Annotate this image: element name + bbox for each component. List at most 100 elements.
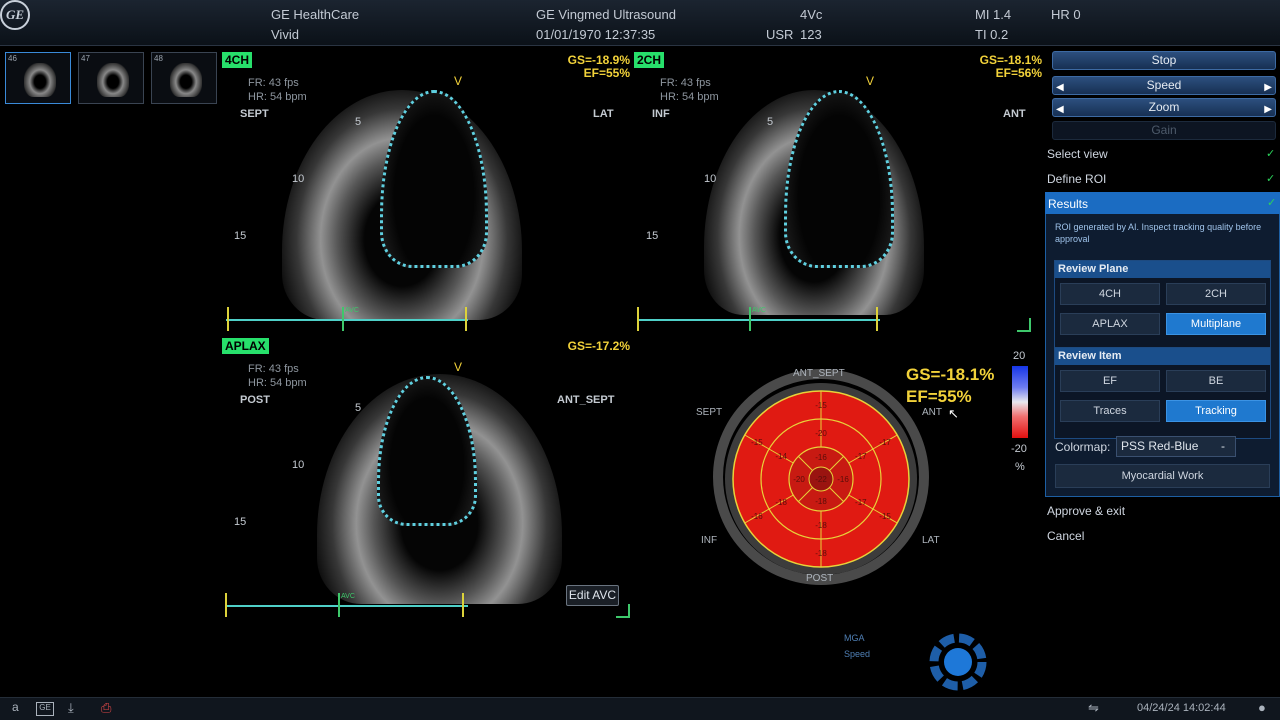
strain-result: GS=-18.9% EF=55% xyxy=(567,53,630,80)
orientation-left: SEPT xyxy=(240,108,269,120)
bullseye-label-top: ANT_SEPT xyxy=(793,368,845,379)
bullseye-segment-value: -16 xyxy=(751,512,763,521)
plane-2ch-button[interactable]: 2CH xyxy=(1166,283,1266,305)
ultrasound-screen: GE GE HealthCare Vivid GE Vingmed Ultras… xyxy=(0,0,1280,720)
arrow-left-icon[interactable]: ◀ xyxy=(1056,79,1064,96)
arrow-right-icon[interactable]: ▶ xyxy=(1264,101,1272,118)
plane-aplax-button[interactable]: APLAX xyxy=(1060,313,1160,335)
orientation-left: POST xyxy=(240,394,270,406)
view-tag: 2CH xyxy=(634,52,665,68)
review-item-section: Review Item EF BE Traces Tracking xyxy=(1054,347,1271,439)
plane-multiplane-button[interactable]: Multiplane xyxy=(1166,313,1266,335)
depth-15: 15 xyxy=(646,230,659,242)
menu-cancel[interactable]: Cancel xyxy=(1047,529,1084,543)
stop-button[interactable]: Stop xyxy=(1052,51,1276,70)
review-plane-title: Review Plane xyxy=(1055,261,1270,278)
network-icon: ⇋ xyxy=(1088,700,1099,715)
bullseye-segment-value: -20 xyxy=(815,429,827,438)
arrow-right-icon[interactable]: ▶ xyxy=(1264,79,1272,96)
menu-select-view[interactable]: Select view xyxy=(1047,147,1108,161)
depth-10: 10 xyxy=(292,459,305,471)
depth-10: 10 xyxy=(292,173,305,185)
apex-marker: V xyxy=(454,360,463,374)
bullseye-segment-value: -18 xyxy=(815,549,827,558)
mga-label: MGA xyxy=(844,633,865,643)
view-tag: APLAX xyxy=(222,338,269,354)
plane-4ch-button[interactable]: 4CH xyxy=(1060,283,1160,305)
depth-10: 10 xyxy=(704,173,717,185)
thumbnail-47[interactable]: 47 xyxy=(78,52,144,104)
bullseye-segment-value: -16 xyxy=(837,475,849,484)
view-tag: 4CH xyxy=(222,52,253,68)
item-ef-button[interactable]: EF xyxy=(1060,370,1160,392)
apex-marker: V xyxy=(454,74,463,88)
bullseye-segment-value: -17 xyxy=(879,438,891,447)
item-be-button[interactable]: BE xyxy=(1166,370,1266,392)
menu-approve-exit[interactable]: Approve & exit xyxy=(1047,504,1125,518)
mi-value: MI 1.4 xyxy=(975,7,1012,22)
thumbnail-48[interactable]: 48 xyxy=(151,52,217,104)
bullseye-segment-value: -16 xyxy=(815,453,827,462)
exam-datetime: 01/01/1970 12:37:35 xyxy=(536,27,656,42)
depth-15: 15 xyxy=(234,230,247,242)
thumbnail-number: 46 xyxy=(8,54,17,63)
view-4ch[interactable]: 4CH FR: 43 fps HR: 54 bpm SEPT LAT GS=-18… xyxy=(222,50,632,334)
thumbnail-image xyxy=(97,63,129,97)
bullseye-segment-value: -15 xyxy=(879,512,891,521)
myocardial-work-button[interactable]: Myocardial Work xyxy=(1055,464,1270,488)
orientation-right: ANT xyxy=(1003,108,1026,120)
depth-15: 15 xyxy=(234,516,247,528)
user-value: 123 xyxy=(800,27,822,42)
view-aplax[interactable]: APLAX FR: 43 fps HR: 54 bpm POST ANT_SEPT… xyxy=(222,336,632,620)
navigation-wheel-icon[interactable] xyxy=(926,631,990,693)
ge-logo: GE xyxy=(0,0,30,30)
speed-slider[interactable]: ◀ Speed ▶ xyxy=(1052,76,1276,95)
bullseye-label-bottom: POST xyxy=(806,573,834,584)
bullseye-label-bottom-right: LAT xyxy=(922,535,940,546)
strain-result: GS=-17.2% xyxy=(567,339,630,353)
item-tracking-button[interactable]: Tracking xyxy=(1166,400,1266,422)
gain-slider[interactable]: Gain xyxy=(1052,121,1276,140)
bullseye-label-right: ANT xyxy=(922,407,942,418)
bullseye-segment-value: -15 xyxy=(815,401,827,410)
colorbar xyxy=(1012,366,1028,438)
review-item-title: Review Item xyxy=(1055,348,1270,365)
printer-icon[interactable]: ⎙ xyxy=(101,700,111,716)
colormap-select[interactable]: PSS Red-Blue - xyxy=(1116,436,1236,457)
menu-results[interactable]: Results ✓ xyxy=(1045,192,1280,214)
view-2ch[interactable]: 2CH FR: 43 fps HR: 54 bpm INF ANT GS=-18.… xyxy=(634,50,1044,334)
depth-5: 5 xyxy=(767,116,774,128)
frame-info: FR: 43 fps HR: 54 bpm xyxy=(248,77,307,103)
mouse-cursor-icon: ↖ xyxy=(948,406,959,421)
arrow-left-icon[interactable]: ◀ xyxy=(1056,101,1064,118)
apex-marker: V xyxy=(866,74,875,88)
keyboard-a-key[interactable]: a xyxy=(12,700,19,714)
colorbar-min: -20 xyxy=(1011,443,1027,455)
dropdown-icon: - xyxy=(1221,439,1225,453)
orientation-right: ANT_SEPT xyxy=(557,394,615,406)
download-icon[interactable]: ⤓ xyxy=(68,700,74,716)
user-label: USR xyxy=(766,27,794,42)
roi-corner xyxy=(616,604,630,618)
bullseye-segment-value: -22 xyxy=(815,475,827,484)
ecg-trace: AVC xyxy=(222,593,472,617)
ge-archive-icon[interactable]: GE xyxy=(36,702,54,716)
zoom-slider[interactable]: ◀ Zoom ▶ xyxy=(1052,98,1276,117)
brand-name: GE HealthCare xyxy=(271,7,360,22)
item-traces-button[interactable]: Traces xyxy=(1060,400,1160,422)
bullseye-segments: -15 -17 -15 -18 -16 -15 -20 -17 -17 -18 -18 -14 -16 -… xyxy=(732,390,910,568)
bullseye-segment-value: -15 xyxy=(751,438,763,447)
model-name: Vivid xyxy=(271,27,299,42)
depth-5: 5 xyxy=(355,116,362,128)
frame-info: FR: 43 fps HR: 54 bpm xyxy=(248,363,307,389)
thumbnail-46[interactable]: 46 xyxy=(5,52,71,104)
bullseye-segment-value: -17 xyxy=(855,452,867,461)
bullseye-label-bottom-left: INF xyxy=(701,535,718,546)
edit-avc-button[interactable]: Edit AVC xyxy=(566,585,619,606)
header-bar: GE GE HealthCare Vivid GE Vingmed Ultras… xyxy=(0,0,1280,46)
orientation-right: LAT xyxy=(593,108,614,120)
bullseye-plot[interactable]: -15 -17 -15 -18 -16 -15 -20 -17 -17 -18 -18 -14 -16 -… xyxy=(700,355,940,595)
thumbnail-image xyxy=(170,63,202,97)
ti-value: TI 0.2 xyxy=(975,27,1009,42)
menu-define-roi[interactable]: Define ROI xyxy=(1047,172,1106,186)
